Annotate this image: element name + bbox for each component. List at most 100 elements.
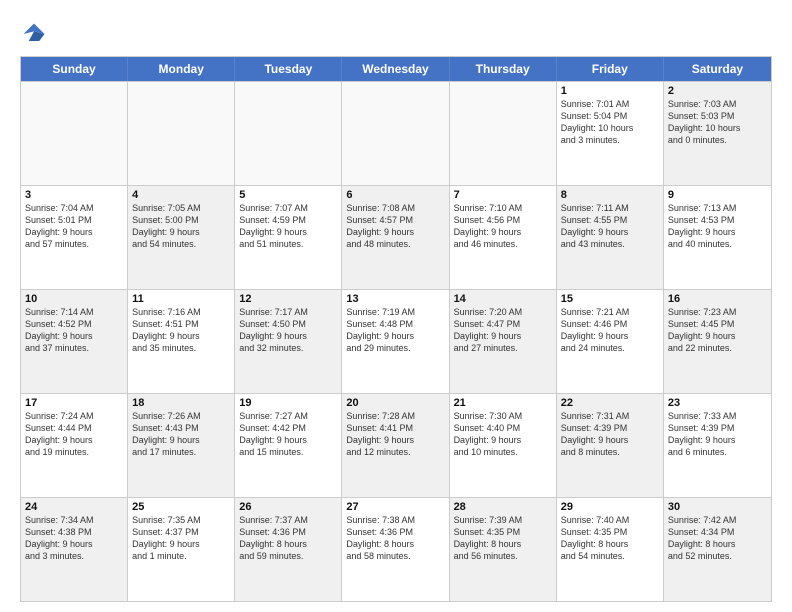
- day-number: 28: [454, 501, 552, 513]
- day-number: 16: [668, 293, 767, 305]
- calendar-row-2: 10Sunrise: 7:14 AM Sunset: 4:52 PM Dayli…: [21, 289, 771, 393]
- page: SundayMondayTuesdayWednesdayThursdayFrid…: [0, 0, 792, 612]
- calendar-cell-day-28: 28Sunrise: 7:39 AM Sunset: 4:35 PM Dayli…: [450, 498, 557, 601]
- logo: [20, 20, 52, 48]
- day-info: Sunrise: 7:07 AM Sunset: 4:59 PM Dayligh…: [239, 202, 337, 251]
- day-number: 30: [668, 501, 767, 513]
- day-info: Sunrise: 7:01 AM Sunset: 5:04 PM Dayligh…: [561, 98, 659, 147]
- day-number: 9: [668, 189, 767, 201]
- calendar-cell-day-8: 8Sunrise: 7:11 AM Sunset: 4:55 PM Daylig…: [557, 186, 664, 289]
- day-number: 7: [454, 189, 552, 201]
- calendar-cell-day-14: 14Sunrise: 7:20 AM Sunset: 4:47 PM Dayli…: [450, 290, 557, 393]
- calendar-cell-day-4: 4Sunrise: 7:05 AM Sunset: 5:00 PM Daylig…: [128, 186, 235, 289]
- calendar-cell-empty-0-0: [21, 82, 128, 185]
- calendar-cell-day-24: 24Sunrise: 7:34 AM Sunset: 4:38 PM Dayli…: [21, 498, 128, 601]
- day-number: 5: [239, 189, 337, 201]
- calendar-cell-day-15: 15Sunrise: 7:21 AM Sunset: 4:46 PM Dayli…: [557, 290, 664, 393]
- calendar-cell-day-13: 13Sunrise: 7:19 AM Sunset: 4:48 PM Dayli…: [342, 290, 449, 393]
- day-info: Sunrise: 7:23 AM Sunset: 4:45 PM Dayligh…: [668, 306, 767, 355]
- calendar-cell-empty-0-2: [235, 82, 342, 185]
- calendar-body: 1Sunrise: 7:01 AM Sunset: 5:04 PM Daylig…: [21, 81, 771, 601]
- day-number: 29: [561, 501, 659, 513]
- calendar-cell-day-7: 7Sunrise: 7:10 AM Sunset: 4:56 PM Daylig…: [450, 186, 557, 289]
- day-info: Sunrise: 7:16 AM Sunset: 4:51 PM Dayligh…: [132, 306, 230, 355]
- calendar-cell-day-17: 17Sunrise: 7:24 AM Sunset: 4:44 PM Dayli…: [21, 394, 128, 497]
- day-number: 4: [132, 189, 230, 201]
- day-number: 20: [346, 397, 444, 409]
- calendar-cell-day-20: 20Sunrise: 7:28 AM Sunset: 4:41 PM Dayli…: [342, 394, 449, 497]
- day-info: Sunrise: 7:11 AM Sunset: 4:55 PM Dayligh…: [561, 202, 659, 251]
- day-info: Sunrise: 7:33 AM Sunset: 4:39 PM Dayligh…: [668, 410, 767, 459]
- logo-icon: [20, 20, 48, 48]
- calendar-cell-day-11: 11Sunrise: 7:16 AM Sunset: 4:51 PM Dayli…: [128, 290, 235, 393]
- calendar-cell-day-18: 18Sunrise: 7:26 AM Sunset: 4:43 PM Dayli…: [128, 394, 235, 497]
- day-info: Sunrise: 7:17 AM Sunset: 4:50 PM Dayligh…: [239, 306, 337, 355]
- calendar-cell-day-29: 29Sunrise: 7:40 AM Sunset: 4:35 PM Dayli…: [557, 498, 664, 601]
- day-info: Sunrise: 7:19 AM Sunset: 4:48 PM Dayligh…: [346, 306, 444, 355]
- day-number: 14: [454, 293, 552, 305]
- calendar-row-3: 17Sunrise: 7:24 AM Sunset: 4:44 PM Dayli…: [21, 393, 771, 497]
- day-info: Sunrise: 7:13 AM Sunset: 4:53 PM Dayligh…: [668, 202, 767, 251]
- calendar-cell-day-19: 19Sunrise: 7:27 AM Sunset: 4:42 PM Dayli…: [235, 394, 342, 497]
- day-info: Sunrise: 7:04 AM Sunset: 5:01 PM Dayligh…: [25, 202, 123, 251]
- header-day-tuesday: Tuesday: [235, 57, 342, 81]
- day-number: 2: [668, 85, 767, 97]
- calendar-cell-day-26: 26Sunrise: 7:37 AM Sunset: 4:36 PM Dayli…: [235, 498, 342, 601]
- day-number: 12: [239, 293, 337, 305]
- day-info: Sunrise: 7:14 AM Sunset: 4:52 PM Dayligh…: [25, 306, 123, 355]
- calendar-cell-day-16: 16Sunrise: 7:23 AM Sunset: 4:45 PM Dayli…: [664, 290, 771, 393]
- day-info: Sunrise: 7:05 AM Sunset: 5:00 PM Dayligh…: [132, 202, 230, 251]
- calendar-cell-empty-0-1: [128, 82, 235, 185]
- day-info: Sunrise: 7:27 AM Sunset: 4:42 PM Dayligh…: [239, 410, 337, 459]
- calendar-header: SundayMondayTuesdayWednesdayThursdayFrid…: [21, 57, 771, 81]
- day-number: 10: [25, 293, 123, 305]
- day-info: Sunrise: 7:24 AM Sunset: 4:44 PM Dayligh…: [25, 410, 123, 459]
- calendar-cell-day-10: 10Sunrise: 7:14 AM Sunset: 4:52 PM Dayli…: [21, 290, 128, 393]
- calendar-cell-day-25: 25Sunrise: 7:35 AM Sunset: 4:37 PM Dayli…: [128, 498, 235, 601]
- calendar-cell-day-27: 27Sunrise: 7:38 AM Sunset: 4:36 PM Dayli…: [342, 498, 449, 601]
- day-number: 11: [132, 293, 230, 305]
- calendar-row-0: 1Sunrise: 7:01 AM Sunset: 5:04 PM Daylig…: [21, 81, 771, 185]
- day-number: 24: [25, 501, 123, 513]
- header-day-wednesday: Wednesday: [342, 57, 449, 81]
- day-info: Sunrise: 7:30 AM Sunset: 4:40 PM Dayligh…: [454, 410, 552, 459]
- calendar-cell-day-6: 6Sunrise: 7:08 AM Sunset: 4:57 PM Daylig…: [342, 186, 449, 289]
- day-number: 23: [668, 397, 767, 409]
- day-info: Sunrise: 7:37 AM Sunset: 4:36 PM Dayligh…: [239, 514, 337, 563]
- calendar-row-4: 24Sunrise: 7:34 AM Sunset: 4:38 PM Dayli…: [21, 497, 771, 601]
- header-day-sunday: Sunday: [21, 57, 128, 81]
- calendar-cell-empty-0-4: [450, 82, 557, 185]
- header-day-saturday: Saturday: [664, 57, 771, 81]
- calendar-cell-empty-0-3: [342, 82, 449, 185]
- header-day-monday: Monday: [128, 57, 235, 81]
- day-info: Sunrise: 7:42 AM Sunset: 4:34 PM Dayligh…: [668, 514, 767, 563]
- day-info: Sunrise: 7:28 AM Sunset: 4:41 PM Dayligh…: [346, 410, 444, 459]
- day-number: 6: [346, 189, 444, 201]
- day-number: 27: [346, 501, 444, 513]
- day-number: 8: [561, 189, 659, 201]
- day-number: 1: [561, 85, 659, 97]
- day-number: 15: [561, 293, 659, 305]
- calendar-cell-day-22: 22Sunrise: 7:31 AM Sunset: 4:39 PM Dayli…: [557, 394, 664, 497]
- day-info: Sunrise: 7:26 AM Sunset: 4:43 PM Dayligh…: [132, 410, 230, 459]
- calendar-cell-day-9: 9Sunrise: 7:13 AM Sunset: 4:53 PM Daylig…: [664, 186, 771, 289]
- day-number: 17: [25, 397, 123, 409]
- calendar-cell-day-12: 12Sunrise: 7:17 AM Sunset: 4:50 PM Dayli…: [235, 290, 342, 393]
- day-number: 13: [346, 293, 444, 305]
- day-info: Sunrise: 7:38 AM Sunset: 4:36 PM Dayligh…: [346, 514, 444, 563]
- day-number: 19: [239, 397, 337, 409]
- day-number: 22: [561, 397, 659, 409]
- day-number: 25: [132, 501, 230, 513]
- header-day-thursday: Thursday: [450, 57, 557, 81]
- day-info: Sunrise: 7:21 AM Sunset: 4:46 PM Dayligh…: [561, 306, 659, 355]
- calendar-cell-day-1: 1Sunrise: 7:01 AM Sunset: 5:04 PM Daylig…: [557, 82, 664, 185]
- day-info: Sunrise: 7:34 AM Sunset: 4:38 PM Dayligh…: [25, 514, 123, 563]
- calendar-row-1: 3Sunrise: 7:04 AM Sunset: 5:01 PM Daylig…: [21, 185, 771, 289]
- day-number: 18: [132, 397, 230, 409]
- calendar-cell-day-23: 23Sunrise: 7:33 AM Sunset: 4:39 PM Dayli…: [664, 394, 771, 497]
- calendar-cell-day-3: 3Sunrise: 7:04 AM Sunset: 5:01 PM Daylig…: [21, 186, 128, 289]
- calendar-cell-day-30: 30Sunrise: 7:42 AM Sunset: 4:34 PM Dayli…: [664, 498, 771, 601]
- day-info: Sunrise: 7:31 AM Sunset: 4:39 PM Dayligh…: [561, 410, 659, 459]
- day-info: Sunrise: 7:03 AM Sunset: 5:03 PM Dayligh…: [668, 98, 767, 147]
- day-info: Sunrise: 7:39 AM Sunset: 4:35 PM Dayligh…: [454, 514, 552, 563]
